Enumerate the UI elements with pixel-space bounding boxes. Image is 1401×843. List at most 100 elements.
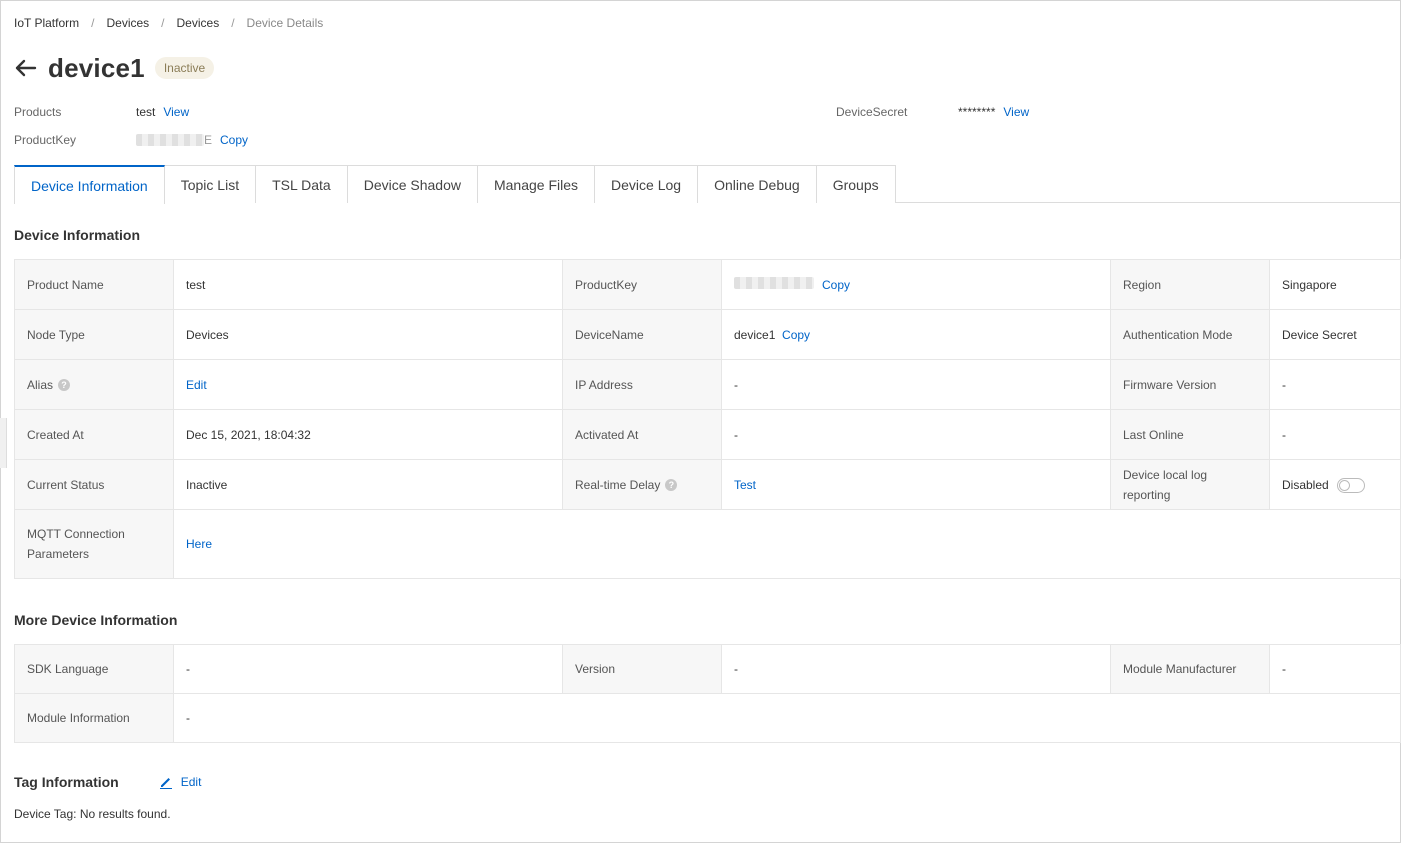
realtime-delay-label-cell: Real-time Delay? bbox=[562, 459, 722, 510]
auth-mode-value: Device Secret bbox=[1269, 309, 1401, 360]
tab-device-shadow[interactable]: Device Shadow bbox=[347, 165, 478, 203]
firmware-version-value: - bbox=[1269, 359, 1401, 410]
breadcrumb-device-details: Device Details bbox=[246, 16, 324, 30]
tab-manage-files[interactable]: Manage Files bbox=[477, 165, 596, 203]
mqtt-params-cell: Here bbox=[173, 509, 1401, 579]
alias-label: Alias bbox=[27, 377, 54, 392]
meta-devicesecret: DeviceSecret ******** View bbox=[836, 105, 1029, 119]
side-collapse-handle[interactable] bbox=[0, 418, 7, 468]
tag-edit-link[interactable]: Edit bbox=[181, 775, 202, 789]
tab-online-debug[interactable]: Online Debug bbox=[698, 165, 817, 203]
tag-information-row: Tag Information Edit bbox=[14, 774, 201, 790]
tag-information-title: Tag Information bbox=[14, 774, 119, 790]
tab-topic-list[interactable]: Topic List bbox=[164, 165, 257, 203]
productkey-copy-link[interactable]: Copy bbox=[822, 278, 850, 292]
current-status-value: Inactive bbox=[173, 459, 563, 510]
realtime-delay-cell: Test bbox=[721, 459, 1111, 510]
arrow-left-icon[interactable] bbox=[12, 55, 38, 81]
tag-empty-text: Device Tag: No results found. bbox=[14, 807, 171, 821]
last-online-label: Last Online bbox=[1110, 409, 1270, 460]
devicesecret-value: ******** bbox=[958, 105, 996, 119]
module-information-value: - bbox=[173, 693, 1401, 743]
table-row: MQTT Connection Parameters Here bbox=[14, 509, 1401, 579]
productkey-cell: Copy bbox=[721, 259, 1111, 310]
devicesecret-view-link[interactable]: View bbox=[1003, 105, 1029, 119]
realtime-delay-label: Real-time Delay bbox=[575, 477, 661, 492]
product-name-value: test bbox=[173, 259, 563, 310]
breadcrumb-separator: / bbox=[161, 16, 165, 30]
productkey-masked-value bbox=[734, 276, 814, 289]
status-badge: Inactive bbox=[154, 57, 215, 79]
created-at-value: Dec 15, 2021, 18:04:32 bbox=[173, 409, 563, 460]
product-name-label: Product Name bbox=[14, 259, 174, 310]
sdk-language-value: - bbox=[173, 644, 563, 694]
meta-productkey: ProductKey E Copy bbox=[14, 133, 248, 147]
local-log-value: Disabled bbox=[1282, 477, 1329, 492]
question-circle-icon[interactable]: ? bbox=[58, 379, 71, 392]
ip-address-value: - bbox=[721, 359, 1111, 410]
devicesecret-label: DeviceSecret bbox=[836, 105, 908, 119]
question-circle-icon[interactable]: ? bbox=[665, 479, 678, 492]
title-row: device1 Inactive bbox=[12, 50, 215, 86]
breadcrumb-iot-platform[interactable]: IoT Platform bbox=[14, 16, 79, 30]
region-value: Singapore bbox=[1269, 259, 1401, 310]
devicename-cell: device1 Copy bbox=[721, 309, 1111, 360]
more-info-title: More Device Information bbox=[14, 612, 178, 628]
products-label: Products bbox=[14, 105, 62, 119]
ip-address-label: IP Address bbox=[562, 359, 722, 410]
realtime-delay-test-link[interactable]: Test bbox=[734, 478, 756, 492]
auth-mode-label: Authentication Mode bbox=[1110, 309, 1270, 360]
breadcrumb-separator: / bbox=[91, 16, 95, 30]
node-type-label: Node Type bbox=[14, 309, 174, 360]
breadcrumb-devices-2[interactable]: Devices bbox=[177, 16, 220, 30]
local-log-label: Device local log reporting bbox=[1110, 459, 1270, 510]
sdk-language-label: SDK Language bbox=[14, 644, 174, 694]
productkey-masked-value bbox=[136, 134, 204, 146]
created-at-label: Created At bbox=[14, 409, 174, 460]
toggle-knob bbox=[1338, 479, 1350, 491]
current-status-label: Current Status bbox=[14, 459, 174, 510]
node-type-value: Devices bbox=[173, 309, 563, 360]
table-row: Alias? Edit IP Address - Firmware Versio… bbox=[14, 359, 1401, 410]
local-log-cell: Disabled bbox=[1269, 459, 1401, 510]
tab-device-log[interactable]: Device Log bbox=[595, 165, 699, 203]
products-view-link[interactable]: View bbox=[163, 105, 189, 119]
productkey-label: ProductKey bbox=[562, 259, 722, 310]
module-manufacturer-value: - bbox=[1269, 644, 1401, 694]
region-label: Region bbox=[1110, 259, 1270, 310]
module-manufacturer-label: Module Manufacturer bbox=[1110, 644, 1270, 694]
page-title: device1 bbox=[48, 52, 145, 83]
last-online-value: - bbox=[1269, 409, 1401, 460]
alias-edit-link[interactable]: Edit bbox=[186, 378, 207, 392]
tab-groups[interactable]: Groups bbox=[816, 165, 896, 203]
table-row: Module Information - bbox=[14, 693, 1401, 743]
table-row: Current Status Inactive Real-time Delay?… bbox=[14, 459, 1401, 510]
tab-tsl-data[interactable]: TSL Data bbox=[256, 165, 348, 203]
table-row: SDK Language - Version - Module Manufact… bbox=[14, 644, 1401, 694]
productkey-tail: E bbox=[204, 133, 213, 147]
breadcrumb-separator: / bbox=[231, 16, 235, 30]
table-row: Node Type Devices DeviceName device1 Cop… bbox=[14, 309, 1401, 360]
local-log-toggle[interactable] bbox=[1336, 477, 1365, 493]
device-info-title: Device Information bbox=[14, 227, 141, 243]
tab-device-information[interactable]: Device Information bbox=[14, 165, 165, 204]
pencil-icon[interactable] bbox=[159, 775, 173, 789]
device-info-table: Product Name test ProductKey Copy Region… bbox=[14, 259, 1401, 579]
more-info-table: SDK Language - Version - Module Manufact… bbox=[14, 644, 1401, 743]
devicename-copy-link[interactable]: Copy bbox=[782, 328, 810, 342]
version-value: - bbox=[721, 644, 1111, 694]
alias-label-cell: Alias? bbox=[14, 359, 174, 410]
breadcrumb: IoT Platform / Devices / Devices / Devic… bbox=[14, 16, 323, 30]
products-value: test bbox=[136, 105, 156, 119]
productkey-copy-link[interactable]: Copy bbox=[220, 133, 248, 147]
mqtt-params-here-link[interactable]: Here bbox=[186, 537, 212, 551]
productkey-label: ProductKey bbox=[14, 133, 77, 147]
meta-products: Products test View bbox=[14, 105, 189, 119]
version-label: Version bbox=[562, 644, 722, 694]
devicename-value: device1 bbox=[734, 327, 776, 342]
table-row: Product Name test ProductKey Copy Region… bbox=[14, 259, 1401, 310]
table-row: Created At Dec 15, 2021, 18:04:32 Activa… bbox=[14, 409, 1401, 460]
module-information-label: Module Information bbox=[14, 693, 174, 743]
devicename-label: DeviceName bbox=[562, 309, 722, 360]
breadcrumb-devices[interactable]: Devices bbox=[106, 16, 149, 30]
